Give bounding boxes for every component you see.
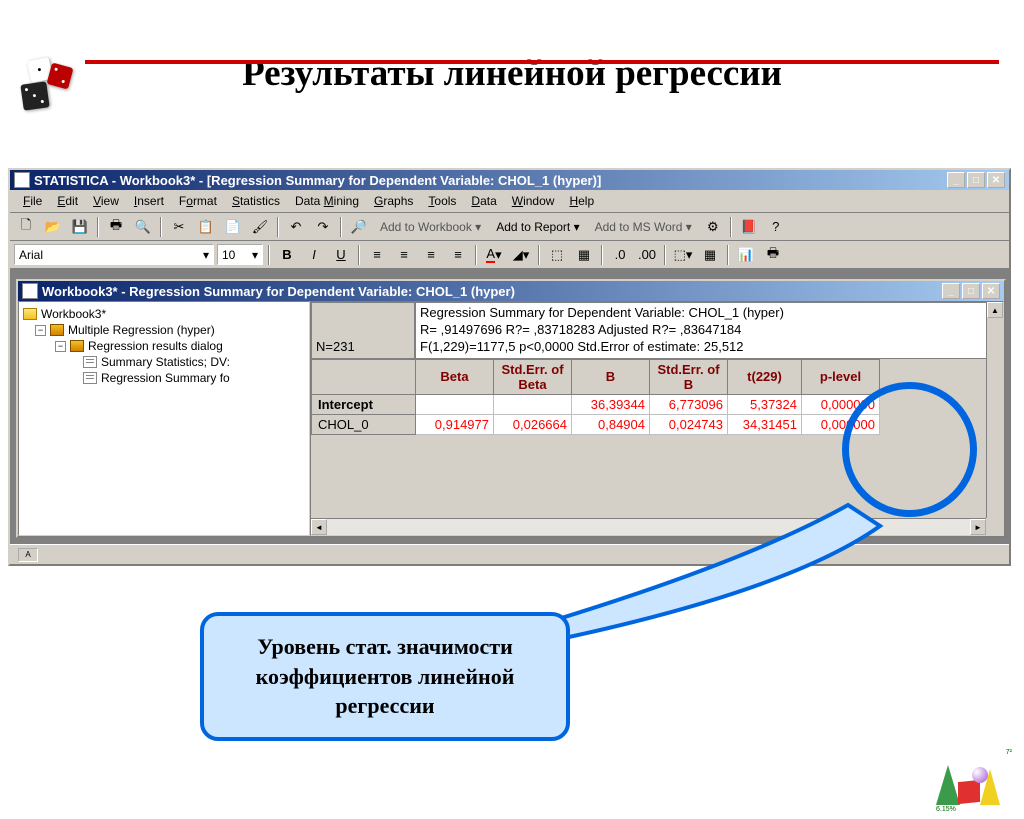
copy-icon[interactable]: 📋 (194, 216, 218, 238)
menu-graphs[interactable]: Graphs (367, 192, 420, 210)
undo-icon[interactable]: ↶ (284, 216, 308, 238)
new-icon[interactable]: 🗋 (14, 216, 38, 238)
tree-item[interactable]: Summary Statistics; DV: (23, 354, 305, 370)
brush-icon[interactable]: 🖌 (248, 216, 272, 238)
size-selector[interactable]: 10▾ (217, 244, 263, 265)
callout-text: коэффициентов линейной (224, 662, 546, 692)
font-selector[interactable]: Arial▾ (14, 244, 214, 265)
child-close-button[interactable]: ✕ (982, 283, 1000, 299)
col-p: p-level (802, 359, 880, 394)
menu-data-mining[interactable]: Data Mining (288, 192, 366, 210)
paste-icon[interactable]: 📄 (221, 216, 245, 238)
n-label: N=231 (311, 302, 415, 359)
minimize-button[interactable]: _ (947, 172, 965, 188)
decimal-inc-icon[interactable]: .00 (635, 244, 659, 266)
callout-text: регрессии (224, 691, 546, 721)
cut-icon[interactable]: ✂ (167, 216, 191, 238)
align-right-icon[interactable]: ≡ (419, 244, 443, 266)
status-icon: A (18, 548, 38, 562)
italic-icon[interactable]: I (302, 244, 326, 266)
help-icon[interactable]: ? (764, 216, 788, 238)
tree-item[interactable]: −Multiple Regression (hyper) (23, 322, 305, 338)
child-titlebar: ▦ Workbook3* - Regression Summary for De… (18, 281, 1004, 301)
child-maximize-button[interactable]: □ (962, 283, 980, 299)
chart-icon[interactable]: 📊 (734, 244, 758, 266)
dice-decoration (4, 57, 79, 117)
vars-icon[interactable]: ⚙ (701, 216, 725, 238)
menu-window[interactable]: Window (505, 192, 562, 210)
font-color-icon[interactable]: A▾ (482, 244, 506, 266)
format-icon[interactable]: ⬚ (545, 244, 569, 266)
menu-statistics[interactable]: Statistics (225, 192, 287, 210)
open-icon[interactable]: 📂 (41, 216, 65, 238)
menu-format[interactable]: Format (172, 192, 224, 210)
zoom-icon[interactable]: ⬚▾ (671, 244, 695, 266)
menu-edit[interactable]: Edit (50, 192, 85, 210)
align-left-icon[interactable]: ≡ (365, 244, 389, 266)
menu-data[interactable]: Data (464, 192, 503, 210)
slide-title: Результаты линейной регрессии (0, 52, 1024, 95)
menu-help[interactable]: Help (562, 192, 601, 210)
format-toolbar: Arial▾ 10▾ B I U ≡ ≡ ≡ ≡ A▾ ◢▾ ⬚ ▦ .0 .0… (10, 241, 1009, 269)
preview-icon[interactable]: 🔍 (131, 216, 155, 238)
save-icon[interactable]: 💾 (68, 216, 92, 238)
tree-item[interactable]: −Regression results dialog (23, 338, 305, 354)
print-icon[interactable]: 🖶 (104, 216, 128, 238)
book-icon[interactable]: 📕 (737, 216, 761, 238)
v-scrollbar[interactable]: ▲ (986, 302, 1003, 518)
find-icon[interactable]: 🔎 (347, 216, 371, 238)
underline-icon[interactable]: U (329, 244, 353, 266)
summary-line: Regression Summary for Dependent Variabl… (420, 305, 998, 322)
col-se-b: Std.Err. of B (650, 359, 728, 394)
col-b: B (572, 359, 650, 394)
tree-item[interactable]: Regression Summary fo (23, 370, 305, 386)
redo-icon[interactable]: ↷ (311, 216, 335, 238)
workbook-icon: ▦ (22, 283, 38, 299)
callout-bubble: Уровень стат. значимости коэффициентов л… (200, 612, 570, 741)
decimal-dec-icon[interactable]: .0 (608, 244, 632, 266)
borders-icon[interactable]: ▦ (572, 244, 596, 266)
col-t: t(229) (728, 359, 802, 394)
callout-text: Уровень стат. значимости (224, 632, 546, 662)
child-title: Workbook3* - Regression Summary for Depe… (42, 284, 942, 299)
misc-icon[interactable]: 🖶 (761, 244, 785, 266)
summary-line: F(1,229)=1177,5 p<0,0000 Std.Error of es… (420, 339, 998, 356)
menu-insert[interactable]: Insert (127, 192, 171, 210)
menu-bar: File Edit View Insert Format Statistics … (10, 190, 1009, 213)
align-center-icon[interactable]: ≡ (392, 244, 416, 266)
standard-toolbar: 🗋 📂 💾 🖶 🔍 ✂ 📋 📄 🖌 ↶ ↷ 🔎 Add to Workbook … (10, 213, 1009, 241)
summary-line: R= ,91497696 R?= ,83718283 Adjusted R?= … (420, 322, 998, 339)
grid-icon[interactable]: ▦ (698, 244, 722, 266)
shapes-decoration: 6.15% 7² (936, 743, 1016, 813)
add-word-button[interactable]: Add to MS Word ▾ (589, 218, 698, 236)
menu-view[interactable]: View (86, 192, 126, 210)
justify-icon[interactable]: ≡ (446, 244, 470, 266)
tree-root[interactable]: Workbook3* (23, 306, 305, 322)
menu-file[interactable]: File (16, 192, 49, 210)
callout-tail (550, 500, 910, 640)
add-report-button[interactable]: Add to Report ▾ (490, 218, 585, 236)
child-minimize-button[interactable]: _ (942, 283, 960, 299)
col-beta: Beta (416, 359, 494, 394)
fill-color-icon[interactable]: ◢▾ (509, 244, 533, 266)
table-row[interactable]: Intercept 36,39344 6,773096 5,37324 0,00… (312, 394, 880, 414)
close-button[interactable]: ✕ (987, 172, 1005, 188)
bold-icon[interactable]: B (275, 244, 299, 266)
main-titlebar: A STATISTICA - Workbook3* - [Regression … (10, 170, 1009, 190)
app-title: STATISTICA - Workbook3* - [Regression Su… (34, 173, 947, 188)
menu-tools[interactable]: Tools (421, 192, 463, 210)
add-workbook-button[interactable]: Add to Workbook ▾ (374, 218, 487, 236)
regression-table: Beta Std.Err. of Beta B Std.Err. of B t(… (311, 359, 880, 435)
maximize-button[interactable]: □ (967, 172, 985, 188)
table-row[interactable]: CHOL_0 0,914977 0,026664 0,84904 0,02474… (312, 414, 880, 434)
app-icon: A (14, 172, 30, 188)
divider-line (85, 60, 999, 64)
col-se-beta: Std.Err. of Beta (494, 359, 572, 394)
workbook-tree[interactable]: Workbook3* −Multiple Regression (hyper) … (18, 301, 310, 536)
